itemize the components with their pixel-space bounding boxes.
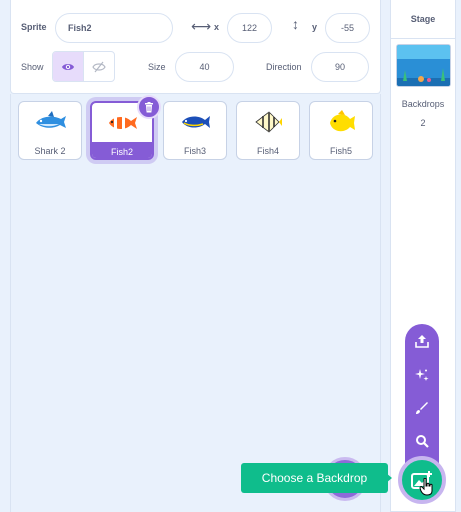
sprite-pane-root: Sprite Fish2 ⟷ x 122 ↕ y -55 Show Size 4… <box>0 0 461 512</box>
show-toggle-group <box>52 51 115 82</box>
choose-backdrop-search-button[interactable] <box>413 432 431 450</box>
y-value: -55 <box>340 23 354 33</box>
direction-input[interactable]: 90 <box>311 52 369 82</box>
x-input[interactable]: 122 <box>227 13 272 43</box>
surprise-icon <box>415 369 429 381</box>
size-label: Size <box>148 62 166 72</box>
sprite-name: Shark 2 <box>34 145 66 156</box>
tooltip-arrow <box>386 473 392 483</box>
sprite-label: Sprite <box>21 22 47 32</box>
backdrop-menu <box>405 324 439 474</box>
sprite-name: Fish3 <box>183 145 206 156</box>
eye-icon <box>61 63 74 70</box>
sprite-tile-fish4[interactable]: Fish4 <box>236 101 300 160</box>
x-value: 122 <box>241 23 258 33</box>
x-label: x <box>214 22 220 32</box>
upload-icon <box>415 335 429 348</box>
sprite-thumbnail <box>310 102 372 141</box>
hand-cursor-icon <box>419 477 435 501</box>
sprite-name: Fish2 <box>92 142 152 158</box>
delete-sprite-button[interactable] <box>137 95 161 119</box>
stage-backdrop-thumbnail[interactable] <box>396 44 451 87</box>
surprise-backdrop-button[interactable] <box>413 366 431 384</box>
show-label: Show <box>21 62 44 72</box>
sprite-name: Fish5 <box>329 145 352 156</box>
eye-slash-icon <box>92 61 106 72</box>
paint-icon <box>416 402 428 414</box>
sprite-list: Shark 2 Fish2 Fish3 Fish4 Fish5 <box>10 94 381 512</box>
backdrops-label: Backdrops <box>401 99 445 109</box>
paint-backdrop-button[interactable] <box>413 399 431 417</box>
backdrops-count: 2 <box>420 118 426 128</box>
underwater-backdrop-image <box>397 45 450 86</box>
sprite-thumbnail <box>164 102 226 141</box>
sprite-info-pane: Sprite Fish2 ⟷ x 122 ↕ y -55 Show Size 4… <box>10 0 381 94</box>
search-icon <box>416 435 429 448</box>
sprite-name-value: Fish2 <box>68 23 92 33</box>
blue-fish-icon <box>182 115 210 128</box>
sprite-thumbnail <box>237 102 299 141</box>
upload-backdrop-button[interactable] <box>413 332 431 350</box>
sprite-thumbnail <box>19 102 81 141</box>
sprite-name-input[interactable]: Fish2 <box>55 13 173 43</box>
show-hidden-button[interactable] <box>84 52 114 81</box>
y-label: y <box>312 22 318 32</box>
size-value: 40 <box>199 62 210 72</box>
direction-value: 90 <box>334 62 345 72</box>
y-input[interactable]: -55 <box>325 13 370 43</box>
choose-backdrop-tooltip: Choose a Backdrop <box>241 463 388 493</box>
vertical-arrow-icon: ↕ <box>292 16 299 32</box>
stage-title: Stage <box>391 0 455 39</box>
clownfish-icon <box>109 115 137 130</box>
sprite-tile-fish3[interactable]: Fish3 <box>163 101 227 160</box>
size-input[interactable]: 40 <box>175 52 234 82</box>
horizontal-arrow-icon: ⟷ <box>191 18 212 34</box>
shark-icon <box>36 110 66 128</box>
show-visible-button[interactable] <box>53 52 84 81</box>
trash-icon <box>145 101 153 112</box>
angelfish-icon <box>255 110 282 133</box>
sprite-tile-shark-2[interactable]: Shark 2 <box>18 101 82 160</box>
direction-label: Direction <box>266 62 302 72</box>
yellow-fish-icon <box>330 109 355 131</box>
sprite-name: Fish4 <box>256 145 279 156</box>
sprite-tile-fish5[interactable]: Fish5 <box>309 101 373 160</box>
